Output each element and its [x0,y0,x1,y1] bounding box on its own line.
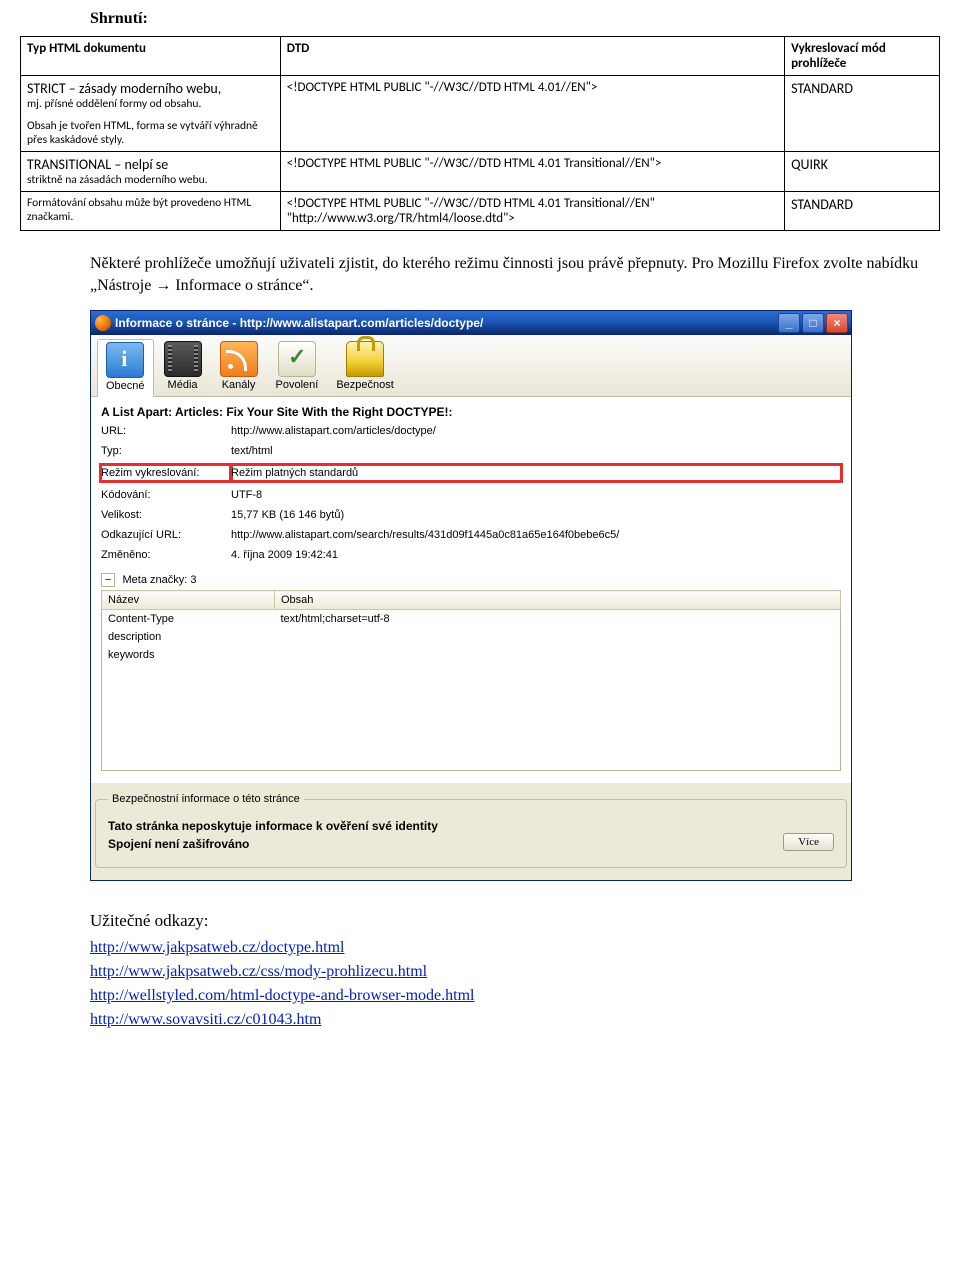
meta-name: description [102,628,275,646]
tab-permissions-label: Povolení [276,379,319,391]
type-label: Typ: [101,445,231,457]
filmstrip-icon [164,341,202,377]
firefox-icon [95,315,111,331]
summary-title: Shrnutí: [90,10,940,28]
render-mode-value: Režim platných standardů [231,465,841,481]
page-title-heading: A List Apart: Articles: Fix Your Site Wi… [101,405,841,419]
encoding-value: UTF-8 [231,489,841,501]
referrer-label: Odkazující URL: [101,529,231,541]
row1-type-main: STRICT – zásady moderního webu, [27,80,274,97]
row1-dtd: <!DOCTYPE HTML PUBLIC "-//W3C//DTD HTML … [280,76,784,152]
modified-value: 4. října 2009 19:42:41 [231,549,841,561]
row2-mode: QUIRK [785,152,940,192]
meta-row[interactable]: keywords [102,646,841,664]
meta-content [275,646,841,664]
meta-row[interactable]: description [102,628,841,646]
url-label: URL: [101,425,231,437]
security-fieldset: Bezpečnostní informace o této stránce Ta… [95,793,847,868]
close-button[interactable]: × [826,313,848,333]
security-legend: Bezpečnostní informace o této stránce [108,793,304,805]
rss-icon [220,341,258,377]
table-row: TRANSITIONAL – nelpí se striktně na zása… [21,152,940,192]
table-row: Formátování obsahu může být provedeno HT… [21,192,940,231]
referrer-value: http://www.alistapart.com/search/results… [231,529,841,541]
tab-permissions[interactable]: Povolení [268,339,327,396]
meta-name: keywords [102,646,275,664]
size-value: 15,77 KB (16 146 bytů) [231,509,841,521]
row2-type-main: TRANSITIONAL – nelpí se [27,156,274,173]
row2-dtd: <!DOCTYPE HTML PUBLIC "-//W3C//DTD HTML … [280,152,784,192]
link-3[interactable]: http://wellstyled.com/html-doctype-and-b… [90,987,940,1005]
maximize-button[interactable]: □ [802,313,824,333]
url-value: http://www.alistapart.com/articles/docty… [231,425,841,437]
meta-header-row: Název Obsah [102,591,841,610]
tab-general[interactable]: Obecné [97,339,154,397]
row1-type-sub2: Obsah je tvořen HTML, forma se vytváří v… [27,119,274,147]
tab-media-label: Média [168,379,198,391]
type-value: text/html [231,445,841,457]
meta-content [275,628,841,646]
titlebar[interactable]: Informace o stránce - http://www.alistap… [91,311,851,335]
link-2[interactable]: http://www.jakpsatweb.cz/css/mody-prohli… [90,963,940,981]
meta-collapse-button[interactable]: − [101,573,115,587]
size-label: Velikost: [101,509,231,521]
dialog-footer-strip [91,874,851,880]
meta-table: Název Obsah Content-Type text/html;chars… [101,590,841,771]
tab-general-label: Obecné [106,380,145,392]
info-icon [106,342,144,378]
th-dtd: DTD [280,37,784,76]
meta-section: − Meta značky: 3 Název Obsah Content-Typ… [101,573,841,771]
encoding-label: Kódování: [101,489,231,501]
meta-content: text/html;charset=utf-8 [275,610,841,629]
toolbar: Obecné Média Kanály Povolení Bezpečnost [91,335,851,397]
th-mode: Vykreslovací mód prohlížeče [785,37,940,76]
meta-empty-space [102,664,841,771]
render-mode-label: Režim vykreslování: [101,465,231,481]
tab-security[interactable]: Bezpečnost [328,339,401,396]
row3-type-sub1: Formátování obsahu může být provedeno HT… [27,196,274,224]
info-grid: URL: http://www.alistapart.com/articles/… [101,425,841,561]
modified-label: Změněno: [101,549,231,561]
tab-security-label: Bezpečnost [336,379,393,391]
table-header-row: Typ HTML dokumentu DTD Vykreslovací mód … [21,37,940,76]
body-paragraph: Některé prohlížeče umožňují uživateli zj… [90,253,940,296]
link-1[interactable]: http://www.jakpsatweb.cz/doctype.html [90,939,940,957]
security-encryption-line: Spojení není zašifrováno [108,837,783,851]
pageinfo-dialog: Informace o stránce - http://www.alistap… [90,310,852,881]
minimize-button[interactable]: _ [778,313,800,333]
row3-dtd: <!DOCTYPE HTML PUBLIC "-//W3C//DTD HTML … [280,192,784,231]
security-identity-line: Tato stránka neposkytuje informace k ově… [108,819,783,833]
lock-icon [346,341,384,377]
meta-th-content[interactable]: Obsah [275,591,841,610]
summary-table: Typ HTML dokumentu DTD Vykreslovací mód … [20,36,940,231]
checkmark-icon [278,341,316,377]
more-button[interactable]: Více [783,833,834,851]
dialog-content: A List Apart: Articles: Fix Your Site Wi… [91,397,851,783]
tab-feeds-label: Kanály [222,379,256,391]
meta-tags-label: Meta značky: 3 [123,574,197,586]
row2-type-sub1: striktně na zásadách moderního webu. [27,173,274,187]
window-title: Informace o stránce - http://www.alistap… [115,316,483,330]
meta-th-name[interactable]: Název [102,591,275,610]
row1-type-sub1: mj. přísné oddělení formy od obsahu. [27,97,274,111]
th-type: Typ HTML dokumentu [21,37,281,76]
tab-feeds[interactable]: Kanály [212,339,266,396]
meta-name: Content-Type [102,610,275,629]
row3-mode: STANDARD [785,192,940,231]
meta-row[interactable]: Content-Type text/html;charset=utf-8 [102,610,841,629]
tab-media[interactable]: Média [156,339,210,396]
row1-mode: STANDARD [785,76,940,152]
table-row: STRICT – zásady moderního webu, mj. přís… [21,76,940,152]
useful-links-title: Užitečné odkazy: [90,911,940,931]
link-4[interactable]: http://www.sovavsiti.cz/c01043.htm [90,1011,940,1029]
